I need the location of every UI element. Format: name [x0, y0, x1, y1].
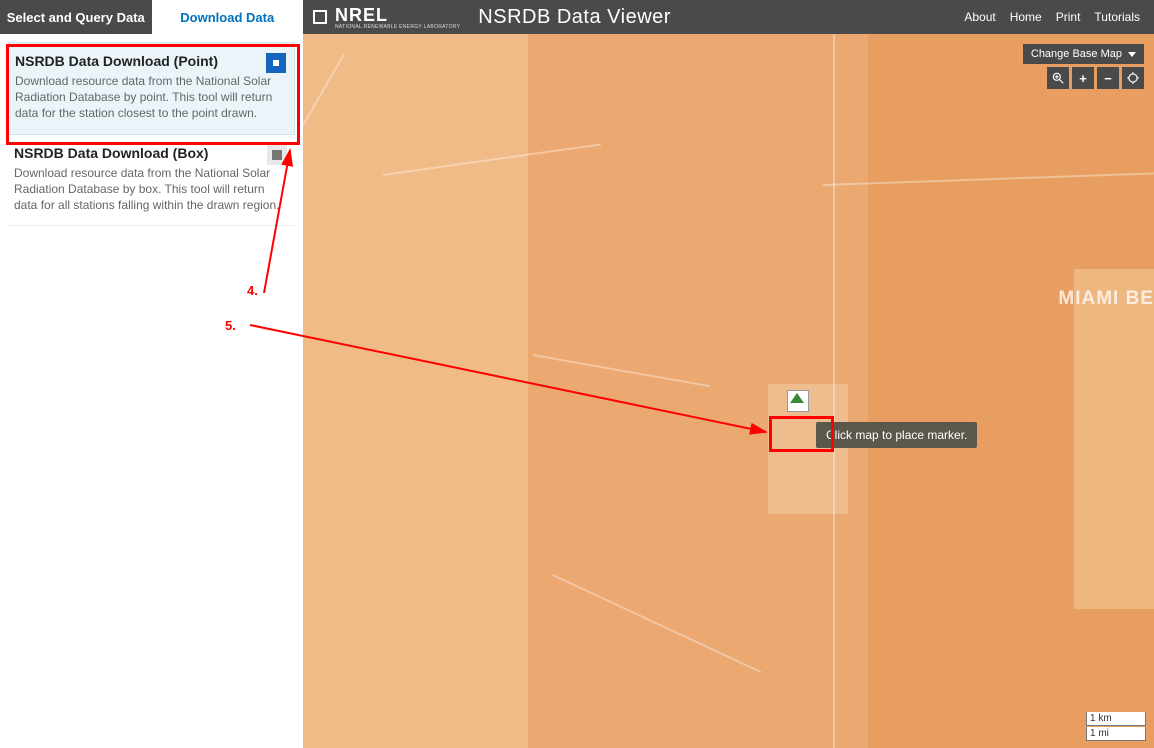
nav-about[interactable]: About: [964, 10, 995, 24]
scale-km: 1 km: [1086, 712, 1146, 726]
chevron-down-icon: [1128, 52, 1136, 57]
scale-mi: 1 mi: [1086, 727, 1146, 741]
download-card-point[interactable]: NSRDB Data Download (Point) Download res…: [8, 42, 295, 135]
logo-mark-icon: [313, 10, 327, 24]
logo-text: NREL: [335, 5, 388, 25]
top-bar: Select and Query Data Download Data NREL…: [0, 0, 1154, 34]
download-card-box[interactable]: NSRDB Data Download (Box) Download resou…: [8, 135, 295, 227]
card-desc: Download resource data from the National…: [15, 73, 288, 122]
card-desc: Download resource data from the National…: [14, 165, 289, 214]
nrel-logo: NREL NATIONAL RENEWABLE ENERGY LABORATOR…: [313, 5, 460, 30]
locate-button[interactable]: [1122, 67, 1144, 89]
app-title: NSRDB Data Viewer: [478, 6, 671, 29]
map-label-miami-beach: MIAMI BE: [1058, 288, 1154, 310]
zoom-magnify-button[interactable]: [1047, 67, 1069, 89]
change-basemap-label: Change Base Map: [1031, 48, 1122, 60]
map-marker-icon[interactable]: [787, 390, 809, 412]
zoom-in-button[interactable]: +: [1072, 67, 1094, 89]
zoom-out-button[interactable]: −: [1097, 67, 1119, 89]
tab-download-data[interactable]: Download Data: [152, 0, 304, 34]
map-controls: Change Base Map + −: [1023, 44, 1144, 89]
change-basemap-button[interactable]: Change Base Map: [1023, 44, 1144, 64]
card-title: NSRDB Data Download (Box): [14, 145, 289, 161]
nav-print[interactable]: Print: [1056, 10, 1081, 24]
nav-home[interactable]: Home: [1010, 10, 1042, 24]
annotation-highlight-marker: [769, 416, 834, 452]
map-tooltip: Click map to place marker.: [816, 422, 977, 448]
crosshair-icon: [1126, 71, 1140, 85]
nav-tutorials[interactable]: Tutorials: [1094, 10, 1140, 24]
card-title: NSRDB Data Download (Point): [15, 53, 288, 69]
point-marker-icon[interactable]: [266, 53, 286, 73]
sidebar: NSRDB Data Download (Point) Download res…: [0, 34, 303, 748]
tab-select-query[interactable]: Select and Query Data: [0, 0, 152, 34]
map-canvas[interactable]: MIAMI BE Click map to place marker. Chan…: [303, 34, 1154, 748]
magnifier-plus-icon: [1051, 71, 1065, 85]
map-scale: 1 km 1 mi: [1086, 712, 1146, 742]
sidebar-tabs: Select and Query Data Download Data: [0, 0, 303, 34]
brand-area: NREL NATIONAL RENEWABLE ENERGY LABORATOR…: [303, 0, 964, 34]
box-marker-icon[interactable]: [267, 145, 287, 165]
nav-links: About Home Print Tutorials: [964, 0, 1154, 34]
